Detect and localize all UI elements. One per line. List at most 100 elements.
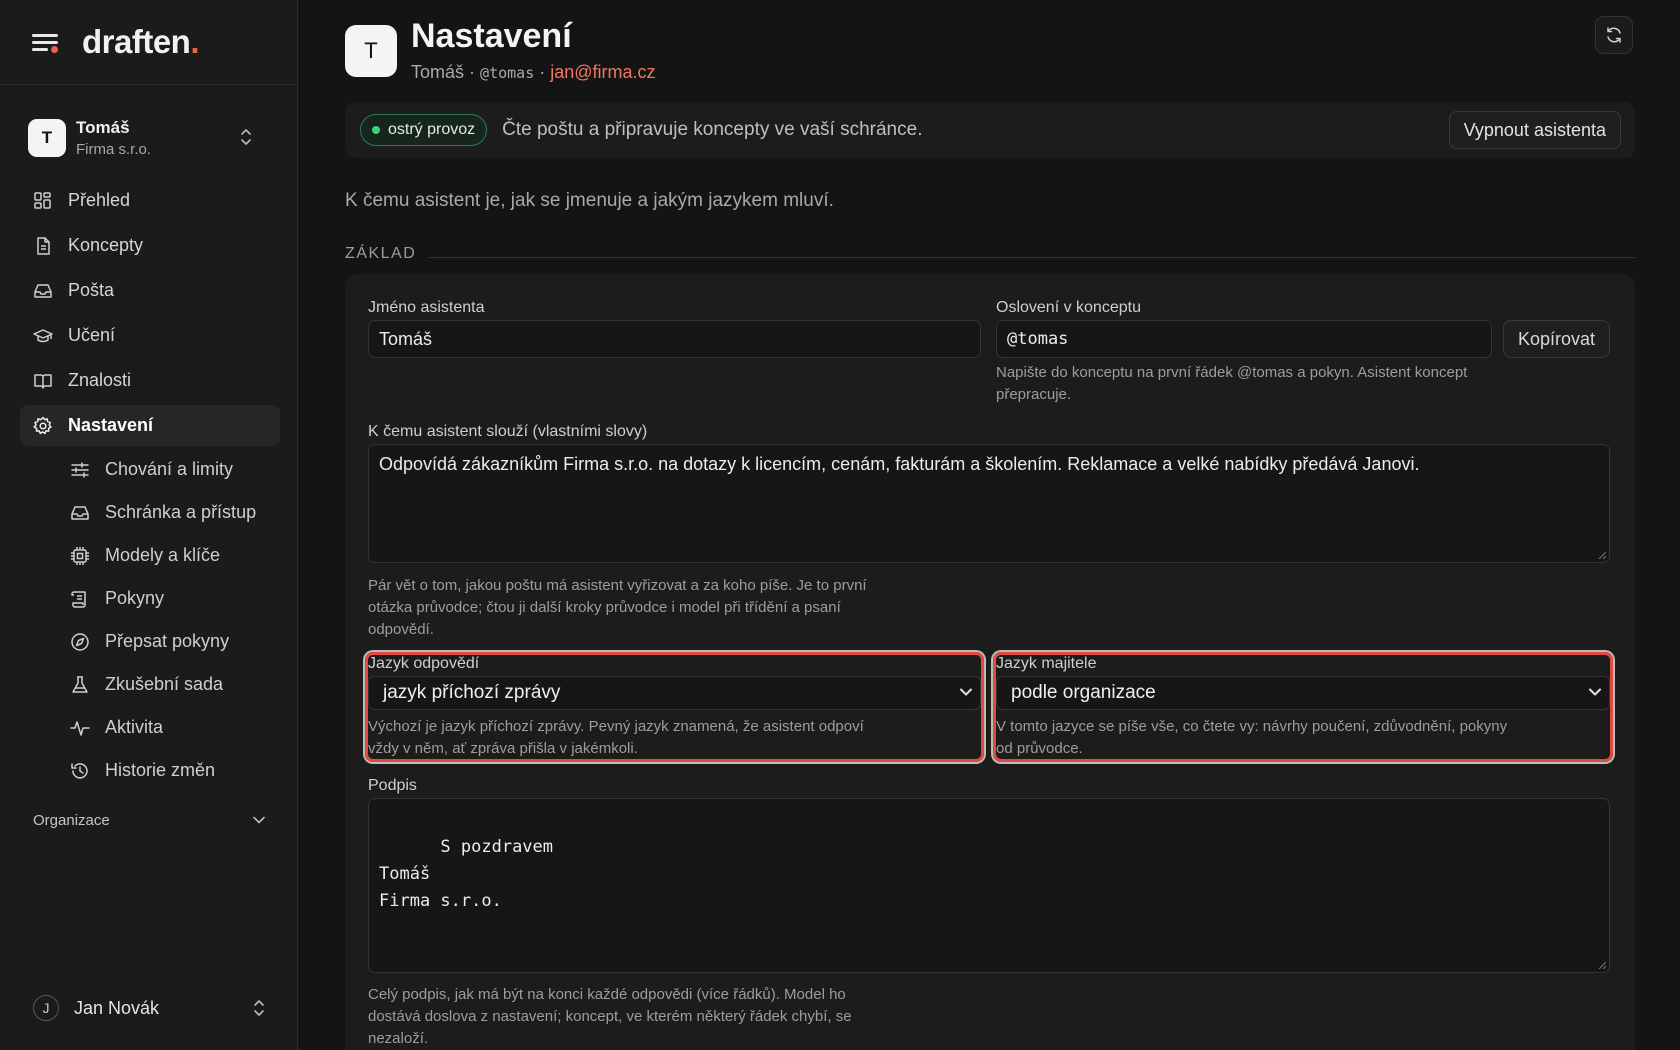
page-subtitle: Tomáš · @tomas · jan@firma.cz [411,62,656,82]
status-badge: ostrý provoz [360,114,488,146]
settings-subnav: Chování a limity Schránka a přístup Mode… [20,450,280,790]
history-icon [71,762,88,779]
greeting-label: Oslovení v konceptu [996,299,1141,316]
flask-icon [72,675,88,693]
subnav-item-chovani[interactable]: Chování a limity [20,450,280,489]
nav-item-nastaveni[interactable]: Nastavení [20,405,280,446]
graduation-cap-icon [33,328,53,342]
scroll-icon [71,590,86,608]
resize-handle-icon[interactable] [1598,961,1606,969]
user-avatar: J [33,995,59,1021]
section-intro: K čemu asistent je, jak se jmenuje a jak… [345,190,834,211]
grid-icon [34,191,51,209]
greeting-input[interactable]: @tomas [996,320,1492,358]
subnav-item-aktivita[interactable]: Aktivita [20,708,280,747]
chevron-down-icon [253,816,265,824]
signature-label: Podpis [368,777,417,794]
organization-label: Organizace [33,811,110,829]
refresh-icon [1607,27,1621,43]
nav-item-label: Nastavení [68,415,154,435]
nav-item-koncepty[interactable]: Koncepty [20,225,280,266]
nav-item-label: Znalosti [68,370,132,390]
reply-language-label: Jazyk odpovědí [368,655,480,672]
nav-item-prehled[interactable]: Přehled [20,180,280,221]
menu-icon[interactable] [32,32,58,53]
status-text: Čte poštu a připravuje koncepty ve vaší … [502,119,923,140]
account-name: Tomáš [76,118,130,137]
reply-language-select[interactable]: jazyk příchozí zprávy [368,676,981,710]
basic-settings-card: Jméno asistenta Tomáš Oslovení v koncept… [345,274,1635,1050]
section-heading: ZÁKLAD [345,245,417,262]
owner-language-select[interactable]: podle organizace [996,676,1610,710]
resize-handle-icon[interactable] [1598,551,1606,559]
gear-icon [33,416,52,434]
subnav-item-label: Schránka a přístup [105,502,257,522]
nav-item-label: Pošta [68,280,115,300]
owner-language-help: V tomto jazyce se píše vše, co čtete vy:… [996,718,1508,757]
subnav-item-label: Pokyny [105,588,165,608]
subnav-item-prepsat[interactable]: Přepsat pokyny [20,622,280,661]
assistant-avatar: T [345,25,397,77]
chevron-down-icon [960,688,972,696]
chevron-down-icon [1589,688,1601,696]
assistant-handle: @tomas [480,64,535,82]
nav-item-posta[interactable]: Pošta [20,270,280,311]
signature-help: Celý podpis, jak má být na konci každé o… [368,986,852,1047]
subnav-item-label: Modely a klíče [105,545,221,565]
nav-item-label: Koncepty [68,235,144,255]
copy-button[interactable]: Kopírovat [1503,320,1610,358]
purpose-textarea[interactable]: Odpovídá zákazníkům Firma s.r.o. na dota… [368,444,1610,563]
account-org: Firma s.r.o. [76,141,152,158]
logo: draften. [82,23,200,60]
page-title: Nastavení [411,17,572,55]
subnav-item-historie[interactable]: Historie změn [20,751,280,790]
document-icon [37,236,50,255]
book-icon [34,373,52,389]
assistant-name-input[interactable]: Tomáš [368,320,981,358]
account-avatar: T [28,119,66,157]
signature-text: S pozdravem Tomáš Firma s.r.o. [379,837,554,911]
inbox-icon [34,283,52,298]
sidebar: draften. T Tomáš Firma s.r.o. Přehled Ko… [0,0,298,1050]
sliders-icon [71,461,89,478]
chevron-up-down-icon [241,129,251,145]
nav-item-label: Učení [68,325,116,345]
assistant-name-label: Jméno asistenta [368,299,485,316]
chip-icon [71,546,89,565]
subnav-item-schranka[interactable]: Schránka a přístup [20,493,280,532]
organization-toggle[interactable]: Organizace [33,810,265,830]
purpose-text: Odpovídá zákazníkům Firma s.r.o. na dota… [379,454,1420,474]
nav-item-uceni[interactable]: Učení [20,315,280,356]
subnav-item-label: Aktivita [105,717,164,737]
nav-item-label: Přehled [68,190,131,210]
signature-textarea[interactable]: S pozdravem Tomáš Firma s.r.o. [368,798,1610,973]
subnav-item-modely[interactable]: Modely a klíče [20,536,280,575]
subnav-item-zkusebni[interactable]: Zkušební sada [20,665,280,704]
subnav-item-label: Historie změn [105,760,216,780]
user-menu[interactable]: J Jan Novák [33,993,265,1023]
purpose-label: K čemu asistent slouží (vlastními slovy) [368,423,648,440]
main-nav: Přehled Koncepty Pošta Učení Znalosti Na… [20,180,280,794]
subnav-item-label: Zkušební sada [105,674,224,694]
nav-item-znalosti[interactable]: Znalosti [20,360,280,401]
assistant-name: Tomáš [411,62,465,82]
subnav-item-label: Chování a limity [105,459,234,479]
live-dot-icon [372,126,380,134]
refresh-button[interactable] [1595,16,1633,54]
subnav-item-label: Přepsat pokyny [105,631,230,651]
account-switcher[interactable]: T Tomáš Firma s.r.o. [20,108,278,168]
reply-language-help: Výchozí je jazyk příchozí zprávy. Pevný … [368,718,864,757]
section-divider [428,257,1635,258]
compass-icon [71,632,89,651]
disable-assistant-button[interactable]: Vypnout asistenta [1448,111,1621,149]
subnav-item-pokyny[interactable]: Pokyny [20,579,280,618]
status-bar: ostrý provoz Čte poštu a připravuje konc… [345,102,1635,158]
assistant-email[interactable]: jan@firma.cz [550,62,655,82]
brand-bar: draften. [0,0,297,85]
owner-language-label: Jazyk majitele [996,655,1097,672]
purpose-help: Pár vět o tom, jakou poštu má asistent v… [368,577,867,638]
chevron-up-down-icon [254,1000,264,1016]
greeting-help: Napište do konceptu na první řádek @toma… [996,364,1468,403]
activity-icon [70,720,90,736]
inbox-icon [71,505,89,520]
